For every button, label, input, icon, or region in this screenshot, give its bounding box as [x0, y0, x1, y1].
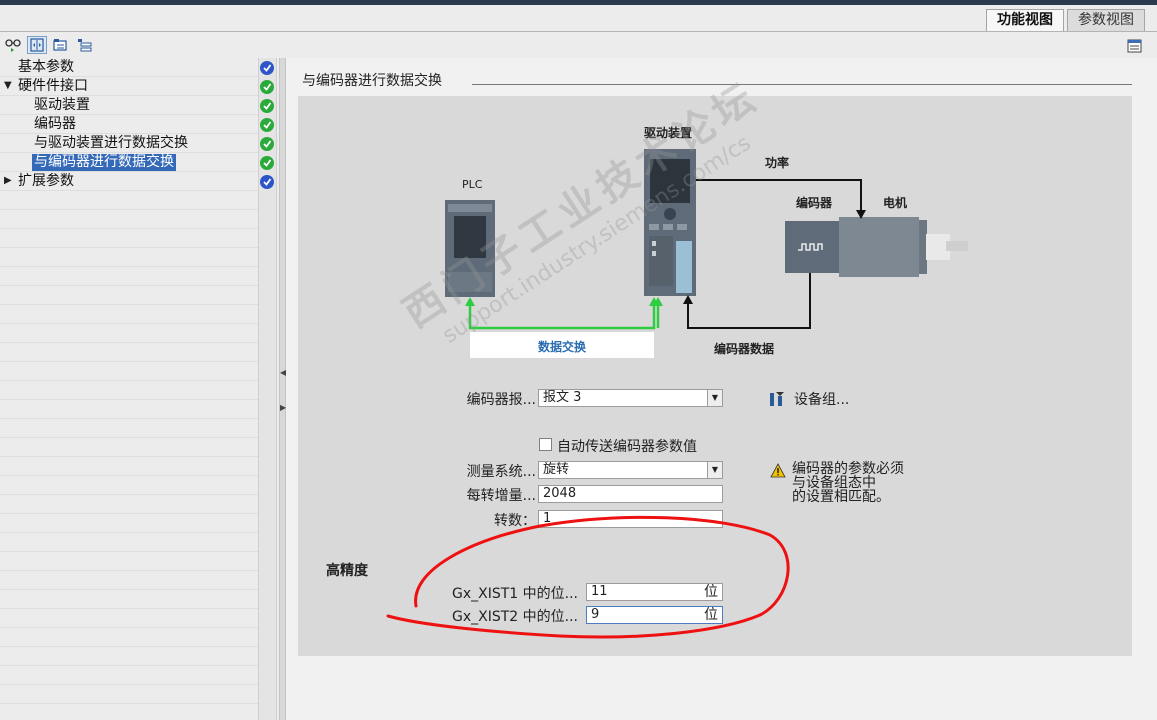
- expand-right-icon[interactable]: ▶: [280, 403, 286, 412]
- encoder-icon: [785, 221, 841, 273]
- tab-parameter-view[interactable]: 参数视图: [1067, 9, 1145, 31]
- power-label: 功率: [765, 156, 790, 170]
- ok-status-icon: [260, 99, 274, 113]
- motor-icon: [839, 217, 968, 277]
- telegram-label: 编码器报...: [466, 392, 536, 408]
- info-status-icon: [260, 61, 274, 75]
- measuring-system-value: 旋转: [543, 462, 570, 477]
- nav-item-encoder[interactable]: 编码器: [0, 115, 259, 134]
- nav-item-label: 与编码器进行数据交换: [32, 154, 176, 171]
- ok-status-icon: [260, 118, 274, 132]
- auto-transfer-label: 自动传送编码器参数值: [557, 439, 697, 455]
- device-config-icon[interactable]: [768, 390, 786, 412]
- nav-item-label: 扩展参数: [18, 173, 74, 189]
- section-title: 与编码器进行数据交换: [302, 73, 442, 89]
- xist1-value: 11: [591, 584, 608, 599]
- connection-diagram: [445, 149, 968, 330]
- warning-icon: [770, 463, 786, 482]
- ok-status-icon: [260, 156, 274, 170]
- fit-view-icon[interactable]: [27, 36, 47, 54]
- plc-label: PLC: [462, 178, 483, 191]
- view-tabs: 功能视图 参数视图: [986, 9, 1145, 31]
- encoder-data-label: 编码器数据: [714, 342, 775, 356]
- drive-device-icon: [644, 149, 696, 296]
- xist2-unit: 位: [704, 607, 718, 623]
- high-precision-title: 高精度: [326, 563, 368, 579]
- collapse-left-icon[interactable]: ◀: [280, 368, 286, 377]
- increments-input[interactable]: 2048: [538, 485, 723, 503]
- plc-device-icon: [445, 200, 495, 297]
- xist1-label: Gx_XIST1 中的位...: [452, 586, 578, 602]
- print-view-icon[interactable]: [1127, 38, 1143, 58]
- device-config-link[interactable]: 设备组...: [794, 389, 849, 409]
- nav-item-encoder-data-exchange[interactable]: 与编码器进行数据交换: [0, 153, 259, 172]
- navigation-tree: 基本参数 ▼ 硬件件接口 驱动装置 编码器 与驱动装置进行数据交换 与编码器进行…: [0, 58, 259, 720]
- nav-item-basic-params[interactable]: 基本参数: [0, 58, 259, 77]
- nav-item-label: 驱动装置: [34, 97, 90, 113]
- folder-tree-icon[interactable]: [51, 36, 71, 54]
- nav-item-drive[interactable]: 驱动装置: [0, 96, 259, 115]
- nav-item-label: 编码器: [34, 116, 76, 132]
- encoder-exchange-card: 驱动装置 PLC 功率 编码器 电机 数据交换 编码器数据 编码器报... 报文…: [298, 96, 1132, 656]
- xist2-label: Gx_XIST2 中的位...: [452, 609, 578, 625]
- warning-line-1: 编码器的参数必须: [792, 461, 904, 477]
- window-title-strip: [0, 0, 1157, 5]
- chevron-down-icon[interactable]: ▼: [707, 462, 722, 478]
- glasses-icon[interactable]: [3, 36, 23, 54]
- nav-item-label: 与驱动装置进行数据交换: [34, 135, 188, 151]
- data-exchange-label: 数据交换: [537, 340, 586, 354]
- ok-status-icon: [260, 80, 274, 94]
- nav-item-drive-data-exchange[interactable]: 与驱动装置进行数据交换: [0, 134, 259, 153]
- motor-label: 电机: [883, 196, 908, 210]
- auto-transfer-checkbox[interactable]: [539, 438, 552, 451]
- info-status-icon: [260, 175, 274, 189]
- increments-label: 每转增量...: [466, 488, 536, 504]
- chevron-down-icon[interactable]: ▼: [707, 390, 722, 406]
- nav-item-hardware-interface[interactable]: ▼ 硬件件接口: [0, 77, 259, 96]
- status-column: [259, 58, 277, 720]
- drive-label: 驱动装置: [644, 126, 693, 140]
- expand-down-icon[interactable]: ▼: [4, 80, 12, 91]
- warning-line-3: 的设置相匹配。: [792, 489, 890, 505]
- tab-function-view[interactable]: 功能视图: [986, 9, 1064, 31]
- toolbar: [3, 36, 95, 54]
- xist2-input[interactable]: 9 位: [586, 606, 723, 624]
- nav-item-label: 基本参数: [18, 59, 74, 75]
- tab-divider: [0, 31, 1157, 32]
- telegram-value: 报文 3: [543, 390, 582, 405]
- xist1-unit: 位: [704, 584, 718, 600]
- measuring-system-label: 测量系统...: [466, 464, 536, 480]
- data-exchange-box: 数据交换: [470, 332, 654, 358]
- expand-right-icon[interactable]: ▶: [4, 175, 12, 186]
- revolutions-label: 转数：: [494, 513, 536, 529]
- xist2-value: 9: [591, 607, 600, 622]
- measuring-system-select[interactable]: 旋转 ▼: [538, 461, 723, 479]
- panel-splitter[interactable]: ◀ ▶: [279, 58, 286, 720]
- list-tree-icon[interactable]: [75, 36, 95, 54]
- telegram-select[interactable]: 报文 3 ▼: [538, 389, 723, 407]
- ok-status-icon: [260, 137, 274, 151]
- nav-item-label: 硬件件接口: [18, 78, 88, 94]
- warning-line-2: 与设备组态中: [792, 475, 876, 491]
- xist1-input[interactable]: 11 位: [586, 583, 723, 601]
- encoder-label: 编码器: [796, 196, 833, 210]
- main-panel: 与编码器进行数据交换 驱动装置 PLC 功率 编码器 电机 数据交换 编码器数据…: [286, 58, 1157, 720]
- section-divider: [472, 84, 1132, 85]
- nav-item-extended-params[interactable]: ▶ 扩展参数: [0, 172, 259, 191]
- revolutions-input[interactable]: 1: [538, 510, 723, 528]
